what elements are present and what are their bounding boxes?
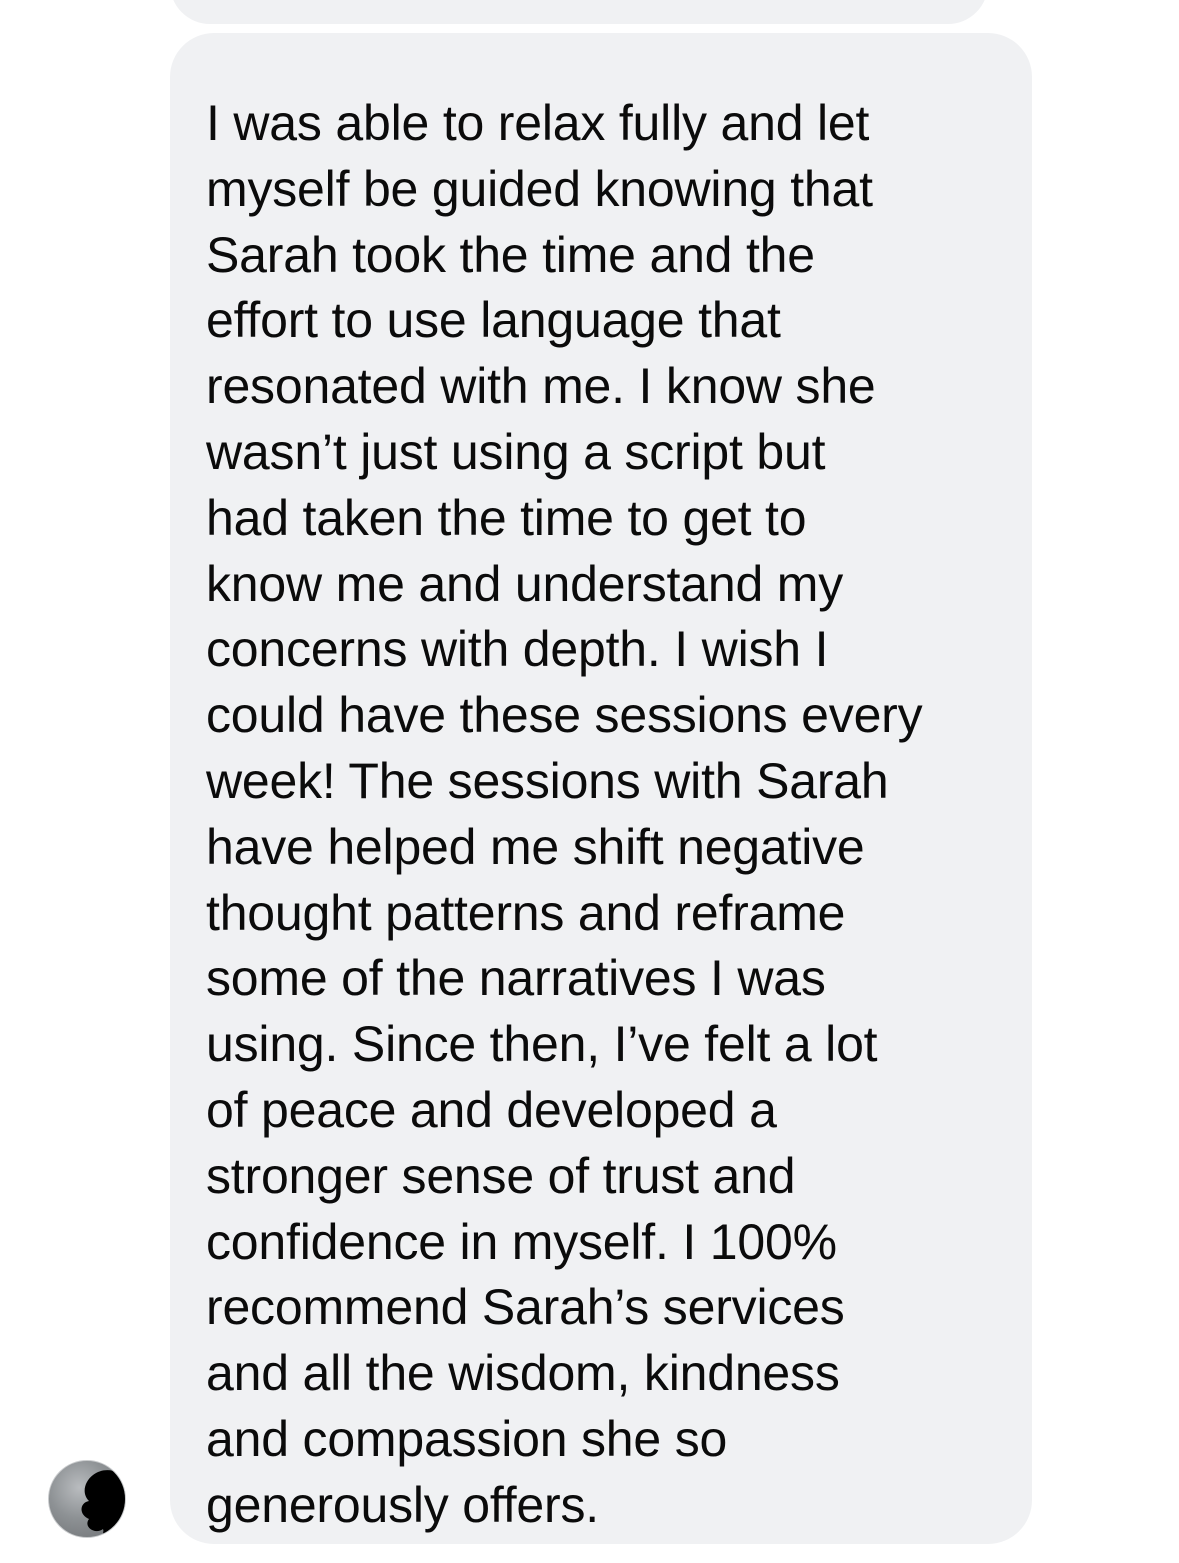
message-thread: I was able to relax fully and let myself…: [0, 0, 1179, 1563]
previous-message-bubble[interactable]: [170, 0, 988, 24]
message-text: I was able to relax fully and let myself…: [206, 95, 923, 1533]
sender-avatar[interactable]: [48, 1460, 126, 1538]
message-bubble[interactable]: I was able to relax fully and let myself…: [170, 33, 1032, 1544]
redaction-scribble-icon: [81, 1470, 125, 1537]
